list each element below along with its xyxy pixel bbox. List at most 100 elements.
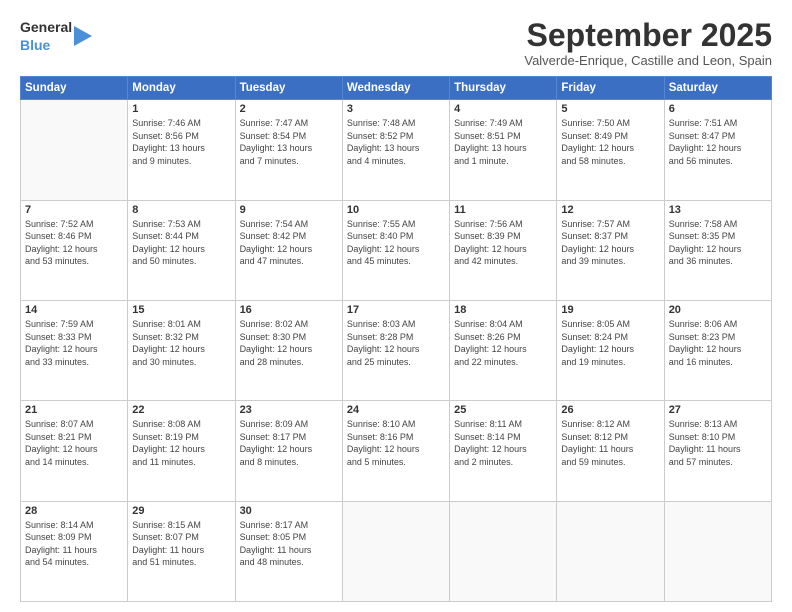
subtitle: Valverde-Enrique, Castille and Leon, Spa… <box>524 53 772 68</box>
day-number: 2 <box>240 103 338 115</box>
day-cell <box>450 501 557 601</box>
day-detail: Sunrise: 8:04 AM Sunset: 8:26 PM Dayligh… <box>454 318 552 368</box>
day-number: 26 <box>561 404 659 416</box>
day-cell: 13 Sunrise: 7:58 AM Sunset: 8:35 PM Dayli… <box>664 200 771 300</box>
day-detail: Sunrise: 8:13 AM Sunset: 8:10 PM Dayligh… <box>669 418 767 468</box>
day-number: 21 <box>25 404 123 416</box>
day-number: 28 <box>25 505 123 517</box>
day-number: 9 <box>240 204 338 216</box>
day-cell <box>557 501 664 601</box>
day-detail: Sunrise: 7:52 AM Sunset: 8:46 PM Dayligh… <box>25 218 123 268</box>
day-cell: 8 Sunrise: 7:53 AM Sunset: 8:44 PM Daylig… <box>128 200 235 300</box>
day-cell: 28 Sunrise: 8:14 AM Sunset: 8:09 PM Dayli… <box>21 501 128 601</box>
day-number: 12 <box>561 204 659 216</box>
day-detail: Sunrise: 7:48 AM Sunset: 8:52 PM Dayligh… <box>347 117 445 167</box>
day-number: 25 <box>454 404 552 416</box>
day-detail: Sunrise: 7:55 AM Sunset: 8:40 PM Dayligh… <box>347 218 445 268</box>
day-cell: 11 Sunrise: 7:56 AM Sunset: 8:39 PM Dayli… <box>450 200 557 300</box>
col-sunday: Sunday <box>21 77 128 100</box>
day-detail: Sunrise: 7:46 AM Sunset: 8:56 PM Dayligh… <box>132 117 230 167</box>
day-detail: Sunrise: 8:03 AM Sunset: 8:28 PM Dayligh… <box>347 318 445 368</box>
day-number: 15 <box>132 304 230 316</box>
day-detail: Sunrise: 8:01 AM Sunset: 8:32 PM Dayligh… <box>132 318 230 368</box>
col-friday: Friday <box>557 77 664 100</box>
day-number: 11 <box>454 204 552 216</box>
day-number: 4 <box>454 103 552 115</box>
col-thursday: Thursday <box>450 77 557 100</box>
month-title: September 2025 <box>524 18 772 53</box>
day-number: 1 <box>132 103 230 115</box>
day-cell: 10 Sunrise: 7:55 AM Sunset: 8:40 PM Dayli… <box>342 200 449 300</box>
day-detail: Sunrise: 7:47 AM Sunset: 8:54 PM Dayligh… <box>240 117 338 167</box>
day-cell: 30 Sunrise: 8:17 AM Sunset: 8:05 PM Dayli… <box>235 501 342 601</box>
day-detail: Sunrise: 8:10 AM Sunset: 8:16 PM Dayligh… <box>347 418 445 468</box>
day-detail: Sunrise: 7:56 AM Sunset: 8:39 PM Dayligh… <box>454 218 552 268</box>
col-tuesday: Tuesday <box>235 77 342 100</box>
day-number: 8 <box>132 204 230 216</box>
day-cell: 14 Sunrise: 7:59 AM Sunset: 8:33 PM Dayli… <box>21 300 128 400</box>
logo: General Blue <box>20 18 92 54</box>
day-detail: Sunrise: 7:57 AM Sunset: 8:37 PM Dayligh… <box>561 218 659 268</box>
day-cell: 20Sunrise: 8:06 AM Sunset: 8:23 PM Dayli… <box>664 300 771 400</box>
day-cell <box>664 501 771 601</box>
week-row-2: 14 Sunrise: 7:59 AM Sunset: 8:33 PM Dayli… <box>21 300 772 400</box>
day-number: 6 <box>669 103 767 115</box>
col-monday: Monday <box>128 77 235 100</box>
day-cell: 23 Sunrise: 8:09 AM Sunset: 8:17 PM Dayli… <box>235 401 342 501</box>
day-cell: 3 Sunrise: 7:48 AM Sunset: 8:52 PM Daylig… <box>342 100 449 200</box>
day-detail: Sunrise: 8:12 AM Sunset: 8:12 PM Dayligh… <box>561 418 659 468</box>
week-row-4: 28 Sunrise: 8:14 AM Sunset: 8:09 PM Dayli… <box>21 501 772 601</box>
day-cell: 21 Sunrise: 8:07 AM Sunset: 8:21 PM Dayli… <box>21 401 128 501</box>
week-row-3: 21 Sunrise: 8:07 AM Sunset: 8:21 PM Dayli… <box>21 401 772 501</box>
day-cell: 29 Sunrise: 8:15 AM Sunset: 8:07 PM Dayli… <box>128 501 235 601</box>
day-cell: 6 Sunrise: 7:51 AM Sunset: 8:47 PM Daylig… <box>664 100 771 200</box>
day-number: 14 <box>25 304 123 316</box>
day-detail: Sunrise: 7:49 AM Sunset: 8:51 PM Dayligh… <box>454 117 552 167</box>
day-detail: Sunrise: 7:59 AM Sunset: 8:33 PM Dayligh… <box>25 318 123 368</box>
day-cell: 5Sunrise: 7:50 AM Sunset: 8:49 PM Daylig… <box>557 100 664 200</box>
week-row-0: 1 Sunrise: 7:46 AM Sunset: 8:56 PM Daylig… <box>21 100 772 200</box>
day-number: 5 <box>561 103 659 115</box>
day-detail: Sunrise: 8:07 AM Sunset: 8:21 PM Dayligh… <box>25 418 123 468</box>
day-cell: 1 Sunrise: 7:46 AM Sunset: 8:56 PM Daylig… <box>128 100 235 200</box>
day-number: 13 <box>669 204 767 216</box>
day-detail: Sunrise: 8:02 AM Sunset: 8:30 PM Dayligh… <box>240 318 338 368</box>
col-saturday: Saturday <box>664 77 771 100</box>
day-detail: Sunrise: 7:51 AM Sunset: 8:47 PM Dayligh… <box>669 117 767 167</box>
page: General Blue September 2025 Valverde-Enr… <box>0 0 792 612</box>
day-number: 23 <box>240 404 338 416</box>
day-cell: 24Sunrise: 8:10 AM Sunset: 8:16 PM Dayli… <box>342 401 449 501</box>
day-detail: Sunrise: 8:14 AM Sunset: 8:09 PM Dayligh… <box>25 519 123 569</box>
day-detail: Sunrise: 8:09 AM Sunset: 8:17 PM Dayligh… <box>240 418 338 468</box>
week-row-1: 7Sunrise: 7:52 AM Sunset: 8:46 PM Daylig… <box>21 200 772 300</box>
day-detail: Sunrise: 8:05 AM Sunset: 8:24 PM Dayligh… <box>561 318 659 368</box>
day-cell: 19 Sunrise: 8:05 AM Sunset: 8:24 PM Dayli… <box>557 300 664 400</box>
day-number: 20 <box>669 304 767 316</box>
day-cell: 7Sunrise: 7:52 AM Sunset: 8:46 PM Daylig… <box>21 200 128 300</box>
logo-blue: Blue <box>20 36 72 54</box>
day-cell <box>342 501 449 601</box>
logo-general: General <box>20 18 72 36</box>
day-number: 27 <box>669 404 767 416</box>
day-cell: 2 Sunrise: 7:47 AM Sunset: 8:54 PM Daylig… <box>235 100 342 200</box>
day-number: 17 <box>347 304 445 316</box>
day-cell: 18Sunrise: 8:04 AM Sunset: 8:26 PM Dayli… <box>450 300 557 400</box>
day-cell: 27 Sunrise: 8:13 AM Sunset: 8:10 PM Dayli… <box>664 401 771 501</box>
header: General Blue September 2025 Valverde-Enr… <box>20 18 772 68</box>
header-row: Sunday Monday Tuesday Wednesday Thursday… <box>21 77 772 100</box>
day-detail: Sunrise: 7:58 AM Sunset: 8:35 PM Dayligh… <box>669 218 767 268</box>
day-detail: Sunrise: 8:15 AM Sunset: 8:07 PM Dayligh… <box>132 519 230 569</box>
day-cell: 12 Sunrise: 7:57 AM Sunset: 8:37 PM Dayli… <box>557 200 664 300</box>
day-detail: Sunrise: 8:17 AM Sunset: 8:05 PM Dayligh… <box>240 519 338 569</box>
day-detail: Sunrise: 8:11 AM Sunset: 8:14 PM Dayligh… <box>454 418 552 468</box>
day-detail: Sunrise: 7:54 AM Sunset: 8:42 PM Dayligh… <box>240 218 338 268</box>
day-number: 3 <box>347 103 445 115</box>
day-detail: Sunrise: 7:53 AM Sunset: 8:44 PM Dayligh… <box>132 218 230 268</box>
day-number: 30 <box>240 505 338 517</box>
day-detail: Sunrise: 8:08 AM Sunset: 8:19 PM Dayligh… <box>132 418 230 468</box>
day-number: 29 <box>132 505 230 517</box>
day-cell: 15 Sunrise: 8:01 AM Sunset: 8:32 PM Dayli… <box>128 300 235 400</box>
day-number: 19 <box>561 304 659 316</box>
day-number: 10 <box>347 204 445 216</box>
day-cell: 4 Sunrise: 7:49 AM Sunset: 8:51 PM Daylig… <box>450 100 557 200</box>
